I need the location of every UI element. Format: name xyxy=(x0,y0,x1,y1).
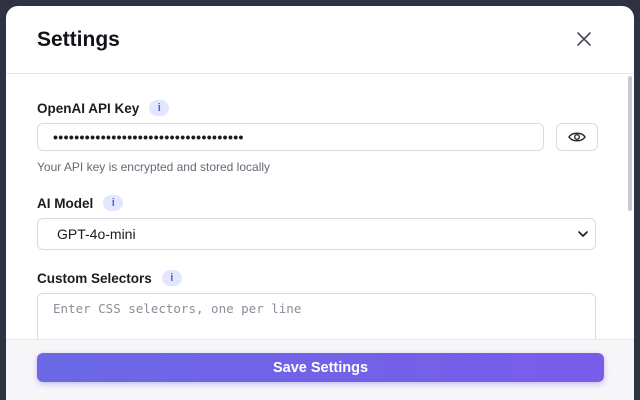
chevron-down-icon xyxy=(578,231,588,237)
close-button[interactable] xyxy=(574,29,594,49)
close-icon xyxy=(577,32,591,46)
modal-header: Settings xyxy=(6,6,634,74)
save-settings-button[interactable]: Save Settings xyxy=(37,353,604,382)
api-key-label-row: OpenAI API Key i xyxy=(37,100,170,116)
custom-selectors-placeholder: Enter CSS selectors, one per line xyxy=(53,301,302,316)
settings-modal: Settings OpenAI API Key i ••••••••••••••… xyxy=(6,6,634,400)
ai-model-selected-value: GPT-4o-mini xyxy=(57,226,136,242)
api-key-helper-text: Your API key is encrypted and stored loc… xyxy=(37,160,271,174)
modal-body: OpenAI API Key i •••••••••••••••••••••••… xyxy=(6,74,634,349)
scrollbar[interactable] xyxy=(628,76,632,211)
api-key-value: •••••••••••••••••••••••••••••••••••• xyxy=(53,129,244,145)
info-icon[interactable]: i xyxy=(161,270,182,286)
modal-footer: Save Settings xyxy=(6,339,634,400)
custom-selectors-label: Custom Selectors xyxy=(37,270,152,286)
toggle-visibility-button[interactable] xyxy=(556,123,598,151)
modal-title: Settings xyxy=(37,28,120,51)
custom-selectors-label-row: Custom Selectors i xyxy=(37,270,182,286)
api-key-input[interactable]: •••••••••••••••••••••••••••••••••••• xyxy=(37,123,544,151)
eye-icon xyxy=(568,132,586,142)
info-icon[interactable]: i xyxy=(103,195,124,211)
ai-model-select[interactable]: GPT-4o-mini xyxy=(37,218,596,250)
ai-model-label: AI Model xyxy=(37,195,94,211)
ai-model-label-row: AI Model i xyxy=(37,195,124,211)
api-key-label: OpenAI API Key xyxy=(37,100,140,116)
info-icon[interactable]: i xyxy=(149,100,170,116)
